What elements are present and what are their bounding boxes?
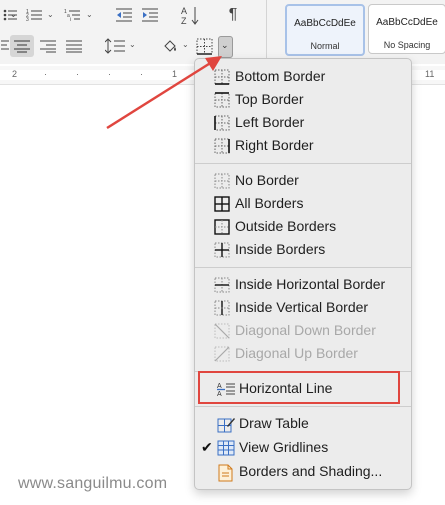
watermark: www.sanguilmu.com [18, 475, 168, 492]
annotation-arrow [106, 56, 222, 130]
